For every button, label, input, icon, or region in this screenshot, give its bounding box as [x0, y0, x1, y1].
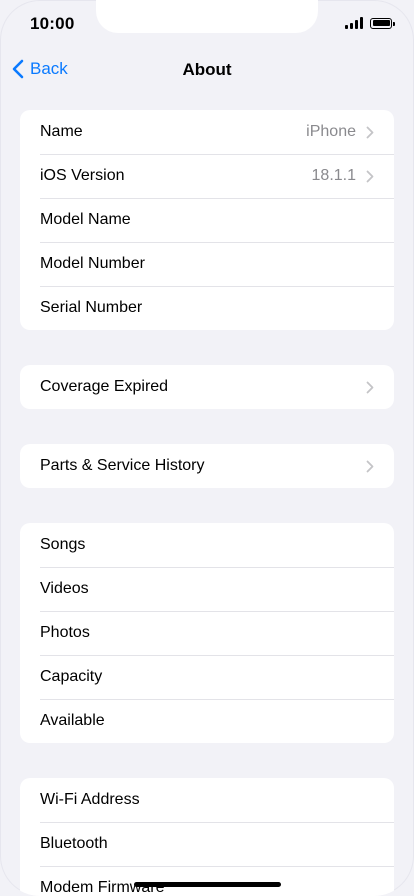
- row-value: 18.1.1: [311, 167, 356, 184]
- cellular-signal-icon: [345, 17, 363, 29]
- about-screen: 10:00 Back About Name iPhone iOS Version…: [0, 0, 414, 896]
- modem-firmware-row: Modem Firmware: [20, 866, 394, 896]
- row-label: Available: [40, 712, 105, 729]
- row-label: Parts & Service History: [40, 457, 205, 474]
- row-label: Photos: [40, 624, 90, 641]
- chevron-right-icon: [366, 170, 374, 183]
- row-label: iOS Version: [40, 167, 125, 184]
- model-name-row: Model Name: [20, 198, 394, 242]
- status-icons: [345, 17, 395, 29]
- row-label: Serial Number: [40, 299, 143, 316]
- home-indicator[interactable]: [134, 882, 281, 887]
- name-row[interactable]: Name iPhone: [20, 110, 394, 154]
- media-group: Songs Videos Photos Capacity Available: [20, 523, 394, 743]
- row-label: Wi-Fi Address: [40, 791, 140, 808]
- chevron-right-icon: [366, 126, 374, 139]
- notch: [96, 0, 318, 33]
- photos-row: Photos: [20, 611, 394, 655]
- row-label: Songs: [40, 536, 86, 553]
- row-label: Bluetooth: [40, 835, 108, 852]
- wifi-address-row: Wi-Fi Address: [20, 778, 394, 822]
- page-title: About: [182, 60, 232, 79]
- status-bar: 10:00: [0, 0, 414, 48]
- chevron-right-icon: [366, 381, 374, 394]
- row-label: Model Number: [40, 255, 145, 272]
- row-label: Coverage Expired: [40, 378, 169, 395]
- songs-row: Songs: [20, 523, 394, 567]
- battery-icon: [370, 17, 395, 29]
- capacity-row: Capacity: [20, 655, 394, 699]
- row-label: Capacity: [40, 668, 103, 685]
- row-label: Videos: [40, 580, 89, 597]
- coverage-group: Coverage Expired: [20, 365, 394, 409]
- chevron-right-icon: [366, 460, 374, 473]
- row-label: Model Name: [40, 211, 131, 228]
- coverage-row[interactable]: Coverage Expired: [20, 365, 394, 409]
- row-label: Name: [40, 123, 83, 140]
- row-value: iPhone: [306, 123, 356, 140]
- device-info-group: Name iPhone iOS Version 18.1.1 Model Nam…: [20, 110, 394, 330]
- network-group: Wi-Fi Address Bluetooth Modem Firmware: [20, 778, 394, 896]
- model-number-row[interactable]: Model Number: [20, 242, 394, 286]
- bluetooth-row: Bluetooth: [20, 822, 394, 866]
- available-row: Available: [20, 699, 394, 743]
- parts-service-row[interactable]: Parts & Service History: [20, 444, 394, 488]
- status-time: 10:00: [30, 14, 75, 33]
- navigation-bar: Back About: [0, 48, 414, 92]
- serial-number-row: Serial Number: [20, 286, 394, 330]
- ios-version-row[interactable]: iOS Version 18.1.1: [20, 154, 394, 198]
- videos-row: Videos: [20, 567, 394, 611]
- parts-service-group: Parts & Service History: [20, 444, 394, 488]
